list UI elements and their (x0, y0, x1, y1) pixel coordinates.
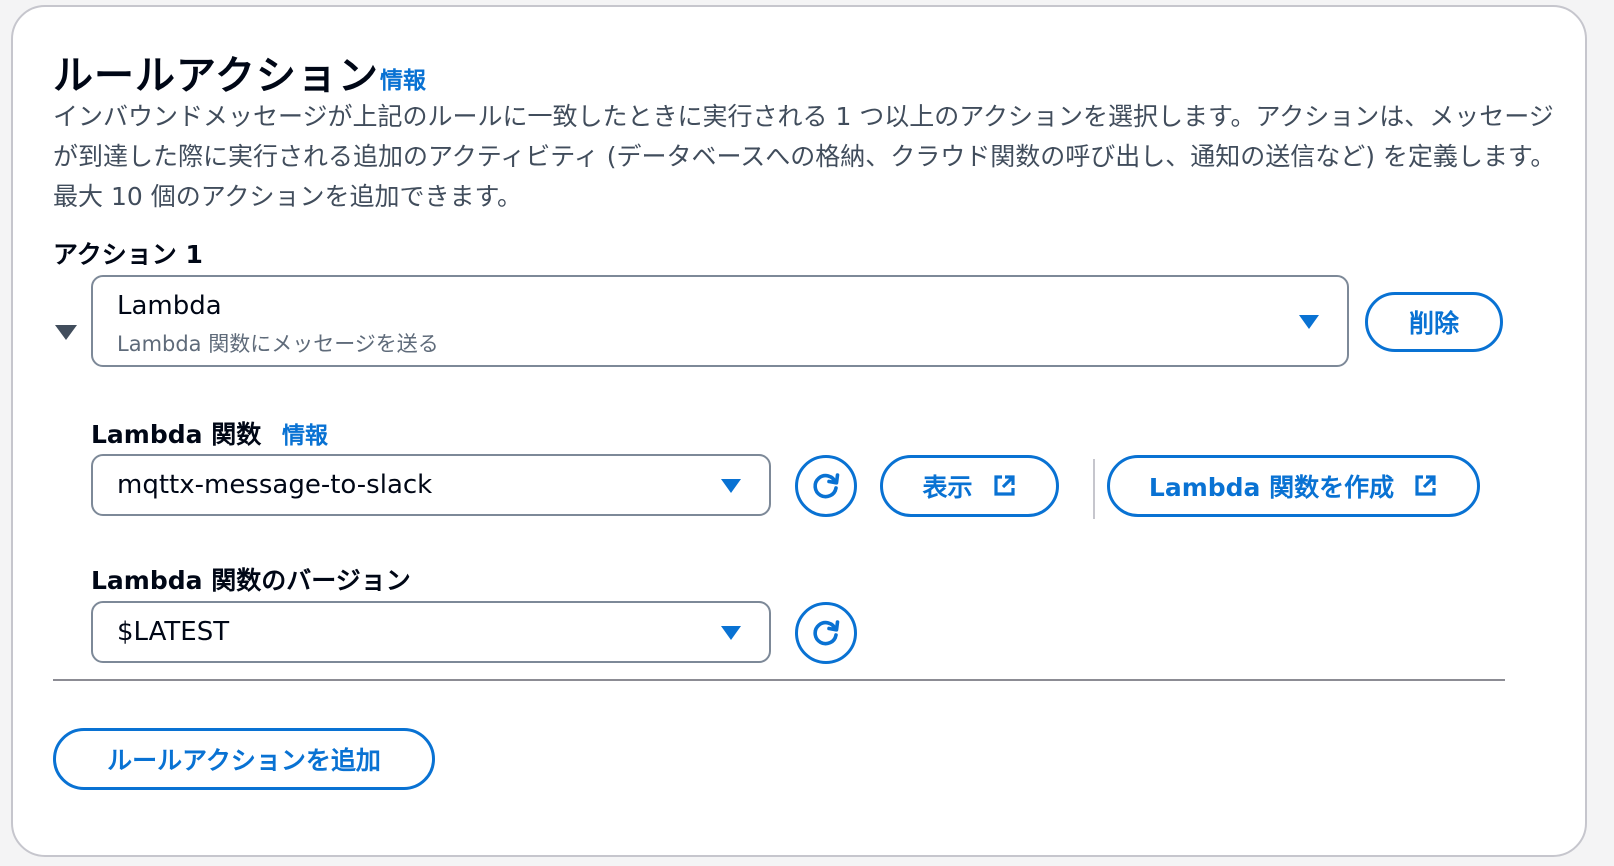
function-info-link[interactable]: 情報 (282, 423, 328, 449)
refresh-functions-button[interactable] (795, 455, 857, 517)
caret-down-icon[interactable] (55, 325, 77, 340)
action-type-value: Lambda (117, 291, 222, 321)
dropdown-arrow-icon (721, 479, 741, 493)
rule-actions-panel: ルールアクション 情報 インバウンドメッセージが上記のルールに一致したときに実行… (11, 5, 1587, 857)
external-link-icon (1412, 473, 1438, 499)
refresh-versions-button[interactable] (795, 602, 857, 664)
action-type-select[interactable]: Lambda Lambda 関数にメッセージを送る (91, 275, 1349, 367)
version-select[interactable]: $LATEST (91, 601, 771, 663)
version-value: $LATEST (117, 617, 230, 647)
action-heading: アクション 1 (53, 240, 203, 269)
version-label: Lambda 関数のバージョン (91, 566, 411, 595)
refresh-icon (813, 620, 840, 646)
section-description: インバウンドメッセージが上記のルールに一致したときに実行される 1 つ以上のアク… (53, 102, 1556, 211)
add-rule-action-button[interactable]: ルールアクションを追加 (53, 728, 435, 790)
dropdown-arrow-icon (1299, 315, 1319, 329)
action-type-description: Lambda 関数にメッセージを送る (117, 332, 439, 356)
view-function-button[interactable]: 表示 (880, 455, 1059, 517)
dropdown-arrow-icon (721, 626, 741, 640)
refresh-icon (813, 473, 840, 499)
title-info-link[interactable]: 情報 (380, 61, 426, 95)
lambda-function-select[interactable]: mqttx-message-to-slack (91, 454, 771, 516)
section-divider (53, 679, 1505, 681)
lambda-function-label: Lambda 関数 情報 (91, 420, 328, 449)
external-link-icon (991, 473, 1017, 499)
button-divider (1093, 459, 1095, 519)
create-function-button[interactable]: Lambda 関数を作成 (1107, 455, 1480, 517)
section-title: ルールアクション (53, 53, 379, 99)
lambda-function-value: mqttx-message-to-slack (117, 470, 433, 500)
remove-action-button[interactable]: 削除 (1365, 292, 1503, 352)
